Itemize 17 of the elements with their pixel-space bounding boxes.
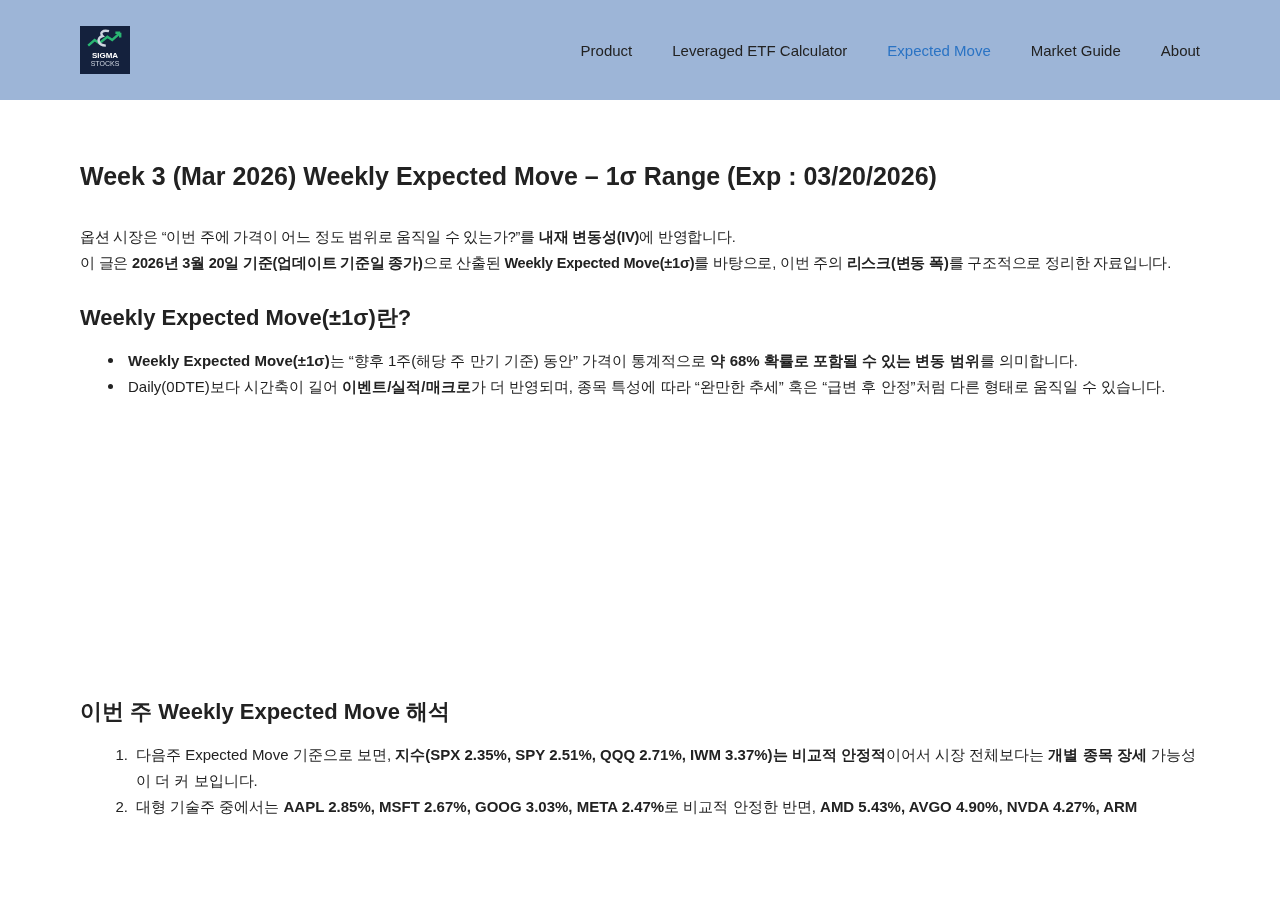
nav-link[interactable]: Market Guide xyxy=(1030,41,1121,59)
bullet-text: Daily(0DTE)보다 시간축이 길어 이벤트/실적/매크로가 더 반영되며, 종목 특성에 따라 “완만한 추세” 혹은 “급변 후 안정”처럼 다른 형태로 움직일 수 있습니다. xyxy=(128,377,1166,397)
nav-link[interactable]: Product xyxy=(580,41,633,59)
list-item-text: 대형 기술주 중에서는 AAPL 2.85%, MSFT 2.67%, GOOG 3.03%, META 2.47%로 비교적 안정한 반면, AMD 5.43%, AVGO 4.90%, NVDA 4.27%, ARM xyxy=(136,797,1139,817)
list-item-text: 다음주 Expected Move 기준으로 보면, 지수(SPX 2.35%, SPY 2.51%, QQQ 2.71%, IWM 3.37%)는 비교적 안정적이어서 시장 전체보다는 개별 종목 장세 가능성이 더 커 보입니다. xyxy=(136,745,1197,791)
bullet-text: Weekly Expected Move(±1σ)는 “향후 1주(해당 주 만기 기준) 동안” 가격이 통계적으로 약 68% 확률로 포함될 수 있는 변동 범위를 의미합니다. xyxy=(128,351,1078,371)
intro-paragraph: 옵션 시장은 “이번 주에 가격이 어느 정도 범위로 움직일 수 있는가?”를 내재 변동성(IV)에 반영합니다. xyxy=(80,228,737,247)
bullet-icon xyxy=(108,384,113,389)
list-number: 1. xyxy=(114,745,128,765)
nav-link[interactable]: About xyxy=(1160,41,1200,59)
page-title: Week 3 (Mar 2026) Weekly Expected Move – 1σ Range (Exp : 03/20/2026) xyxy=(80,161,938,192)
section-heading: Weekly Expected Move(±1σ)란? xyxy=(80,304,413,332)
section-heading: 이번 주 Weekly Expected Move 해석 xyxy=(80,698,452,726)
nav-link[interactable]: Leveraged ETF Calculator xyxy=(672,41,848,59)
list-number: 2. xyxy=(114,797,128,817)
intro-paragraph: 이 글은 2026년 3월 20일 기준(업데이트 기준일 종가)으로 산출된 Weekly Expected Move(±1σ)를 바탕으로, 이번 주의 리스크(변동 폭)를 구조적으로 정리한 자료입니다. xyxy=(80,254,1173,273)
bullet-icon xyxy=(108,358,113,363)
